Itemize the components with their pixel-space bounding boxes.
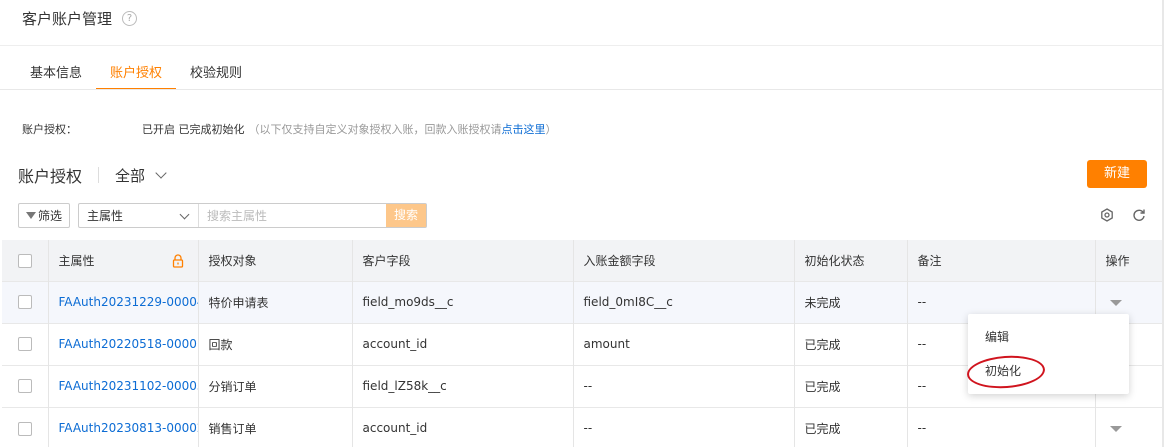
record-id-link[interactable]: FAAuth20230813-00002 xyxy=(59,421,198,435)
auth-status: 已开启 已完成初始化 xyxy=(142,123,245,136)
column-header-main-attr: 主属性 xyxy=(48,240,199,281)
row-select-cell xyxy=(2,280,49,323)
cell-amount-field: -- xyxy=(573,364,795,407)
cell-note: -- xyxy=(907,406,1096,447)
caret-down-icon[interactable] xyxy=(1109,426,1122,433)
view-selector[interactable]: 全部 xyxy=(115,165,167,186)
search-input[interactable] xyxy=(199,204,386,227)
menu-item-edit[interactable]: 编辑 xyxy=(968,320,1129,354)
new-button[interactable]: 新建 xyxy=(1087,160,1147,188)
tab-validation-rules[interactable]: 校验规则 xyxy=(176,50,256,90)
row-checkbox[interactable] xyxy=(17,337,32,352)
refresh-icon[interactable] xyxy=(1132,208,1146,222)
cell-amount-field: -- xyxy=(573,406,795,447)
column-header-init-status: 初始化状态 xyxy=(794,240,908,281)
chevron-down-icon xyxy=(155,167,167,179)
cell-amount-field: amount xyxy=(573,322,795,365)
filter-label: 筛选 xyxy=(37,209,62,223)
cell-customer-field: field_lZ58k__c xyxy=(352,364,574,407)
cell-amount-field: field_0mI8C__c xyxy=(573,280,795,323)
tab-basic-info[interactable]: 基本信息 xyxy=(16,50,96,90)
row-checkbox[interactable] xyxy=(17,379,32,394)
row-select-cell xyxy=(2,322,49,365)
row-checkbox[interactable] xyxy=(17,421,32,436)
cell-init-status: 已完成 xyxy=(794,322,908,365)
cell-object: 回款 xyxy=(198,322,353,365)
page-title: 客户账户管理 ? xyxy=(22,8,138,29)
column-header-customer-field: 客户字段 xyxy=(352,240,574,281)
cell-init-status: 未完成 xyxy=(794,280,908,323)
row-select-cell xyxy=(2,364,49,407)
record-id-link[interactable]: FAAuth20231102-00003 xyxy=(59,379,198,393)
column-header-amount-field: 入账金额字段 xyxy=(573,240,795,281)
table-row: FAAuth20230813-00002 销售订单 account_id -- … xyxy=(2,406,1162,447)
tab-bar: 基本信息 账户授权 校验规则 xyxy=(16,50,256,90)
select-all-checkbox[interactable] xyxy=(17,253,32,268)
help-icon[interactable]: ? xyxy=(122,11,138,26)
cell-customer-field: field_mo9ds__c xyxy=(352,280,574,323)
record-id-link[interactable]: FAAuth20231229-00004 xyxy=(59,295,198,309)
header-divider xyxy=(0,45,1164,46)
search-button[interactable]: 搜索 xyxy=(386,204,426,227)
search-box: 主属性 搜索 xyxy=(78,203,427,228)
click-here-link[interactable]: 点击这里 xyxy=(502,121,546,137)
select-all-cell xyxy=(2,240,49,281)
search-field-select[interactable]: 主属性 xyxy=(79,204,199,227)
view-selector-label: 全部 xyxy=(115,166,146,185)
cell-init-status: 已完成 xyxy=(794,406,908,447)
column-header-note: 备注 xyxy=(907,240,1096,281)
lock-icon xyxy=(172,254,183,268)
tab-account-auth[interactable]: 账户授权 xyxy=(96,50,177,90)
menu-item-initialize[interactable]: 初始化 xyxy=(968,354,1129,388)
row-checkbox[interactable] xyxy=(17,295,32,310)
filter-button[interactable]: 筛选 xyxy=(18,203,70,228)
cell-object: 特价申请表 xyxy=(198,280,353,323)
section-title: 账户授权 xyxy=(18,167,83,186)
cell-object: 销售订单 xyxy=(198,406,353,447)
cell-customer-field: account_id xyxy=(352,322,574,365)
row-actions-menu: 编辑 初始化 xyxy=(968,314,1129,394)
search-field-label: 主属性 xyxy=(87,209,124,223)
tabs-divider xyxy=(0,89,1164,90)
auth-hint-end: ） xyxy=(545,123,557,136)
auth-status-line: 账户授权： 已开启 已完成初始化 （以下仅支持自定义对象授权入账，回款入账授权请… xyxy=(22,121,557,137)
column-header-object: 授权对象 xyxy=(198,240,353,281)
auth-hint: （以下仅支持自定义对象授权入账，回款入账授权请 xyxy=(248,123,502,136)
section-separator xyxy=(98,167,100,183)
table-header-row: 主属性 授权对象 客户字段 入账金额字段 初始化状态 备注 操作 xyxy=(2,240,1162,281)
settings-icon[interactable] xyxy=(1100,208,1114,222)
cell-customer-field: account_id xyxy=(352,406,574,447)
row-select-cell xyxy=(2,406,49,447)
row-actions-cell xyxy=(1095,406,1162,447)
section-header: 账户授权 全部 xyxy=(18,163,167,187)
record-id-link[interactable]: FAAuth20220518-00001 xyxy=(59,337,198,351)
auth-label: 账户授权： xyxy=(22,123,77,136)
filter-icon xyxy=(25,212,36,219)
caret-down-icon[interactable] xyxy=(1109,300,1122,306)
column-header-actions: 操作 xyxy=(1095,240,1162,281)
chevron-down-icon xyxy=(179,209,190,219)
cell-init-status: 已完成 xyxy=(794,364,908,407)
cell-object: 分销订单 xyxy=(198,364,353,407)
